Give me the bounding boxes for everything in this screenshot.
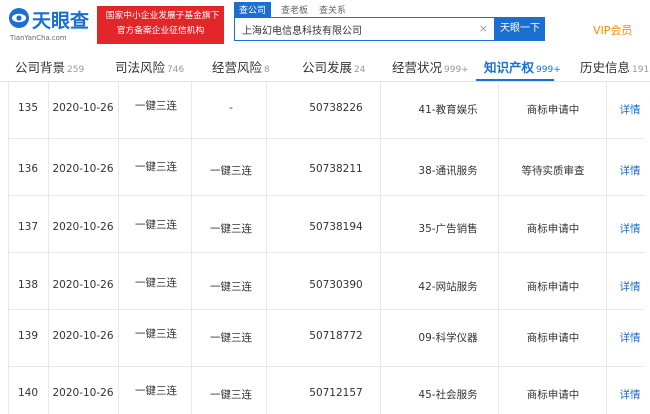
class: 35-广告销售 (418, 223, 478, 235)
registration-number: 50718772 (309, 330, 363, 342)
search-tab-relation[interactable]: 查关系 (314, 2, 351, 17)
tab-business-risk[interactable]: 经营风险 8 (212, 57, 270, 76)
row-index: 137 (17, 221, 39, 233)
tab-label: 经营状况 (392, 60, 443, 75)
detail-link[interactable]: 详情 (612, 163, 648, 178)
badge-line-1: 国家中小企业发展子基金旗下 (105, 10, 220, 21)
logo[interactable]: 天眼查 TianYanCha.com (8, 5, 90, 45)
trademark-name: - (229, 102, 233, 114)
apply-date: 2020-10-26 (52, 102, 114, 114)
trademark-image-text: 一键三连 (135, 277, 177, 289)
clear-icon[interactable]: × (479, 22, 488, 35)
trademark-name: 一键三连 (210, 389, 252, 401)
table-row: 138 2020-10-26 一键三连 一键三连 50730390 42-网站服… (8, 253, 644, 310)
trademark-name: 一键三连 (210, 281, 252, 293)
official-badge: 国家中小企业发展子基金旗下 官方备案企业征信机构 (97, 6, 224, 44)
trademark-table: 135 2020-10-26 一键三连 - 50738226 41-教育娱乐 商… (0, 82, 650, 414)
trademark-name: 一键三连 (210, 223, 252, 235)
tab-count: 746 (167, 65, 185, 75)
class: 38-通讯服务 (418, 165, 478, 177)
tab-count: 999+ (536, 65, 561, 75)
class: 42-网站服务 (418, 281, 478, 293)
apply-date: 2020-10-26 (52, 279, 114, 291)
table-row: 135 2020-10-26 一键三连 - 50738226 41-教育娱乐 商… (8, 82, 644, 139)
status: 商标申请中 (526, 223, 580, 235)
search-tab-company[interactable]: 查公司 (234, 2, 272, 17)
tab-count: 24 (354, 65, 366, 75)
trademark-image-text: 一键三连 (135, 328, 177, 340)
class: 45-社会服务 (418, 389, 478, 401)
trademark-image-text: 一键三连 (135, 100, 177, 112)
apply-date: 2020-10-26 (52, 221, 114, 233)
search-tab-boss[interactable]: 查老板 (276, 2, 313, 17)
search-input[interactable]: 上海幻电信息科技有限公司 × (234, 17, 495, 41)
tab-label: 经营风险 (212, 60, 263, 75)
status: 商标申请中 (526, 332, 580, 344)
status: 商标申请中 (526, 281, 580, 293)
tab-history[interactable]: 历史信息 191 (580, 57, 649, 76)
tab-label: 公司背景 (15, 60, 66, 75)
detail-link[interactable]: 详情 (612, 330, 648, 345)
tab-label: 司法风险 (115, 60, 166, 75)
tab-label: 知识产权 (484, 60, 535, 75)
tab-count: 8 (264, 65, 270, 75)
search-input-value: 上海幻电信息科技有限公司 (242, 26, 362, 37)
tab-legal-risk[interactable]: 司法风险 746 (115, 57, 184, 76)
registration-number: 50738226 (309, 102, 363, 114)
detail-link[interactable]: 详情 (612, 387, 648, 402)
registration-number: 50730390 (309, 279, 363, 291)
status: 商标申请中 (526, 389, 580, 401)
registration-number: 50712157 (309, 387, 363, 399)
row-index: 136 (17, 163, 39, 175)
registration-number: 50738211 (309, 163, 363, 175)
table-row: 137 2020-10-26 一键三连 一键三连 50738194 35-广告销… (8, 196, 644, 253)
row-index: 139 (17, 330, 39, 342)
apply-date: 2020-10-26 (52, 163, 114, 175)
tab-label: 公司发展 (302, 60, 353, 75)
tab-company-background[interactable]: 公司背景 259 (15, 57, 84, 76)
eye-logo-icon (9, 8, 29, 28)
table-row: 140 2020-10-26 一键三连 一键三连 50712157 45-社会服… (8, 367, 644, 414)
logo-name: 天眼查 (32, 10, 90, 32)
trademark-name: 一键三连 (210, 165, 252, 177)
trademark-image-text: 一键三连 (135, 219, 177, 231)
tab-operation-status[interactable]: 经营状况 999+ (392, 57, 469, 76)
search-button[interactable]: 天眼一下 (495, 17, 545, 41)
badge-line-2: 官方备案企业征信机构 (116, 25, 205, 36)
trademark-image-text: 一键三连 (135, 385, 177, 397)
detail-link[interactable]: 详情 (612, 279, 648, 294)
trademark-name: 一键三连 (210, 332, 252, 344)
apply-date: 2020-10-26 (52, 330, 114, 342)
top-header: 天眼查 TianYanCha.com 国家中小企业发展子基金旗下 官方备案企业征… (0, 0, 650, 50)
row-index: 140 (17, 387, 39, 399)
status: 商标申请中 (526, 104, 580, 116)
tab-count: 259 (67, 65, 85, 75)
row-index: 138 (17, 279, 39, 291)
tab-count: 191 (632, 65, 650, 75)
registration-number: 50738194 (309, 221, 363, 233)
trademark-image-text: 一键三连 (135, 161, 177, 173)
active-tab-indicator (476, 79, 554, 81)
apply-date: 2020-10-26 (52, 387, 114, 399)
tab-label: 历史信息 (580, 60, 631, 75)
logo-domain: TianYanCha.com (10, 34, 67, 42)
detail-link[interactable]: 详情 (612, 221, 648, 236)
table-row: 139 2020-10-26 一键三连 一键三连 50718772 09-科学仪… (8, 310, 644, 367)
table-row: 136 2020-10-26 一键三连 一键三连 50738211 38-通讯服… (8, 139, 644, 196)
status: 等待实质审查 (521, 165, 585, 177)
tab-intellectual-property[interactable]: 知识产权 999+ (484, 57, 561, 76)
vip-link[interactable]: VIP会员 (593, 22, 632, 38)
tab-count: 999+ (444, 65, 469, 75)
class: 41-教育娱乐 (418, 104, 478, 116)
section-tabs: 公司背景 259 司法风险 746 经营风险 8 公司发展 24 经营状况 999+ 知识… (0, 51, 650, 82)
class: 09-科学仪器 (418, 332, 478, 344)
tab-company-development[interactable]: 公司发展 24 (302, 57, 365, 76)
row-index: 135 (17, 102, 39, 114)
detail-link[interactable]: 详情 (612, 102, 648, 117)
